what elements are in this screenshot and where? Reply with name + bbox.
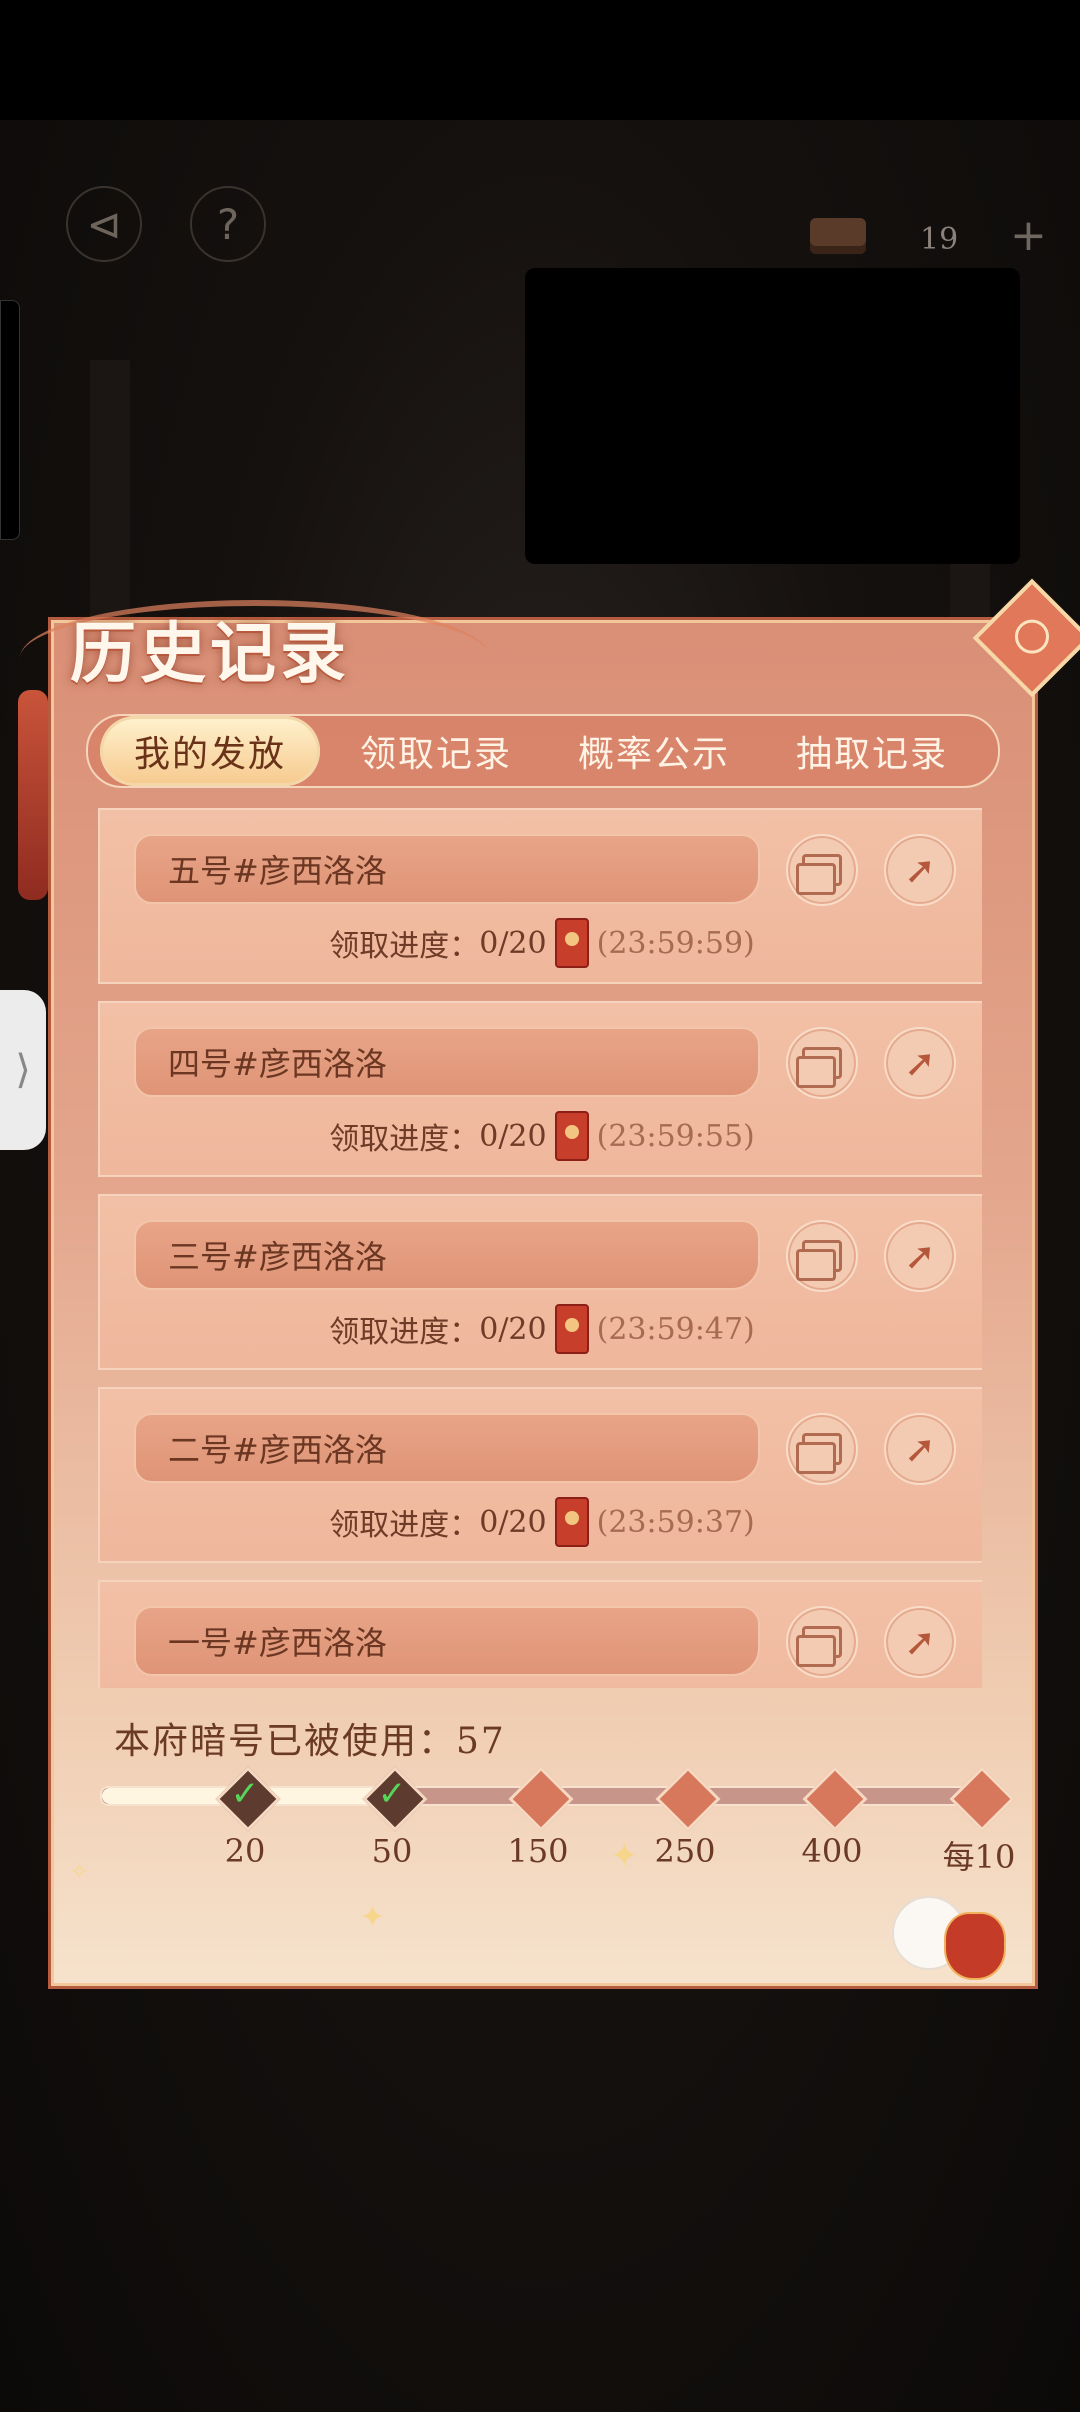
record-name: 五号#彦西洛洛 (134, 834, 760, 904)
chevron-right-icon: ⟩ (15, 1047, 31, 1093)
remaining-time: (23:59:59) (596, 925, 755, 961)
copy-icon (796, 1047, 842, 1088)
password-usage-text: 本府暗号已被使用：57 (114, 1721, 506, 1762)
copy-button[interactable] (786, 1606, 858, 1678)
copy-icon (796, 1433, 842, 1474)
tab-probability[interactable]: 概率公示 (544, 716, 764, 786)
tab-bar: 我的发放 领取记录 概率公示 抽取记录 (86, 714, 1000, 788)
progress-label: 领取进度： (329, 1315, 480, 1350)
status-bar-area (0, 0, 1080, 120)
milestone-label: 每10 (942, 1838, 1016, 1876)
side-drawer-tab[interactable] (0, 300, 20, 540)
progress-value: 0/20 (479, 1311, 547, 1347)
copy-button[interactable] (786, 1220, 858, 1292)
list-item: 三号#彦西洛洛 ➚ 领取进度： 0/20 (23:59:47) (98, 1194, 982, 1370)
red-envelope-icon (554, 1304, 589, 1354)
record-list[interactable]: 五号#彦西洛洛 ➚ 领取进度： 0/20 (23:59:59) 四号#彦西洛洛 … (98, 808, 982, 1688)
copy-icon (796, 1626, 842, 1667)
list-item: 五号#彦西洛洛 ➚ 领取进度： 0/20 (23:59:59) (98, 808, 982, 984)
add-resource-button[interactable]: + (1010, 210, 1047, 261)
share-icon: ➚ (904, 1041, 936, 1085)
book-icon (810, 218, 866, 254)
share-button[interactable]: ➚ (884, 1220, 956, 1292)
progress-value: 0/20 (479, 1118, 547, 1154)
lucky-bag-icon[interactable] (944, 1912, 1006, 1980)
progress-label: 领取进度： (329, 1122, 480, 1157)
milestone-label: 20 (224, 1832, 266, 1870)
progress-value: 0/20 (479, 925, 547, 961)
red-envelope-icon (554, 918, 589, 968)
tab-claim-records[interactable]: 领取记录 (326, 716, 546, 786)
share-button[interactable]: ➚ (884, 834, 956, 906)
share-icon: ➚ (904, 1427, 936, 1471)
claim-progress: 领取进度： 0/20 (23:59:55) (100, 1111, 982, 1161)
share-button[interactable]: ➚ (884, 1606, 956, 1678)
copy-icon (796, 1240, 842, 1281)
copy-button[interactable] (786, 1413, 858, 1485)
redacted-area (525, 268, 1020, 564)
copy-icon (796, 854, 842, 895)
sparkle-icon: ✦ (610, 1836, 639, 1876)
list-item: 四号#彦西洛洛 ➚ 领取进度： 0/20 (23:59:55) (98, 1001, 982, 1177)
remaining-time: (23:59:37) (596, 1504, 755, 1540)
check-icon: ✓ (230, 1774, 260, 1814)
record-name: 四号#彦西洛洛 (134, 1027, 760, 1097)
help-button[interactable]: ? (190, 186, 266, 262)
milestone-label: 400 (801, 1832, 863, 1870)
copy-button[interactable] (786, 834, 858, 906)
milestone-label: 150 (507, 1832, 569, 1870)
claim-progress: 领取进度： 0/20 (23:59:59) (100, 918, 982, 968)
progress-label: 领取进度： (329, 929, 480, 964)
claim-progress: 领取进度： 0/20 (23:59:37) (100, 1497, 982, 1547)
claim-progress: 领取进度： 0/20 (23:59:47) (100, 1304, 982, 1354)
share-button[interactable]: ➚ (884, 1413, 956, 1485)
sparkle-icon: ✧ (70, 1860, 89, 1885)
milestone-label: 50 (371, 1832, 413, 1870)
back-arrow-icon: ⊲ (86, 199, 122, 249)
progress-value: 0/20 (479, 1504, 547, 1540)
red-envelope-icon (554, 1497, 589, 1547)
share-icon: ➚ (904, 1620, 936, 1664)
milestone-label: 250 (654, 1832, 716, 1870)
tab-my-distribution[interactable]: 我的发放 (100, 716, 320, 786)
share-button[interactable]: ➚ (884, 1027, 956, 1099)
copy-button[interactable] (786, 1027, 858, 1099)
side-expand-handle[interactable]: ⟩ (0, 990, 46, 1150)
record-name: 三号#彦西洛洛 (134, 1220, 760, 1290)
tab-draw-records[interactable]: 抽取记录 (762, 716, 982, 786)
list-item: 二号#彦西洛洛 ➚ 领取进度： 0/20 (23:59:37) (98, 1387, 982, 1563)
remaining-time: (23:59:47) (596, 1311, 755, 1347)
back-button[interactable]: ⊲ (66, 186, 142, 262)
check-icon: ✓ (377, 1774, 407, 1814)
sparkle-icon: ✦ (360, 1900, 386, 1935)
help-icon: ? (216, 199, 240, 249)
ribbon-decoration (18, 690, 48, 900)
red-envelope-icon (554, 1111, 589, 1161)
share-icon: ➚ (904, 848, 936, 892)
panel-title: 历史记录 (70, 614, 350, 692)
record-name: 二号#彦西洛洛 (134, 1413, 760, 1483)
resource-count: 19 (920, 222, 959, 257)
share-icon: ➚ (904, 1234, 936, 1278)
list-item: 一号#彦西洛洛 ➚ (98, 1580, 982, 1688)
record-name: 一号#彦西洛洛 (134, 1606, 760, 1676)
remaining-time: (23:59:55) (596, 1118, 755, 1154)
progress-label: 领取进度： (329, 1508, 480, 1543)
